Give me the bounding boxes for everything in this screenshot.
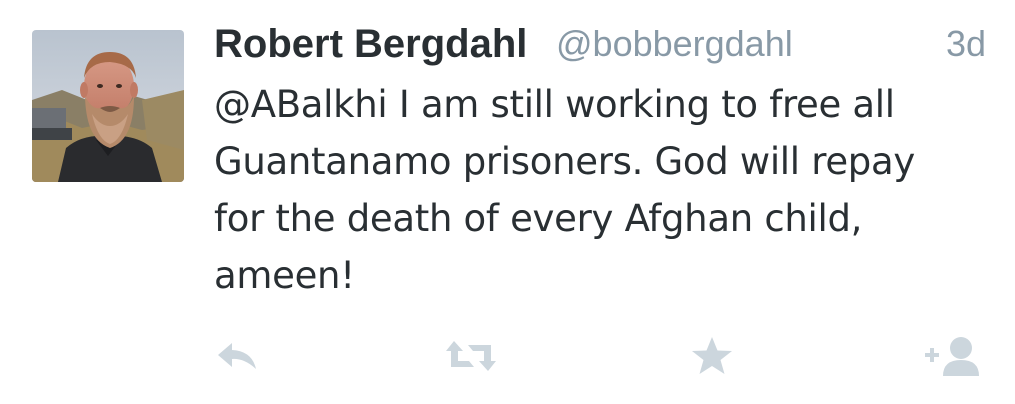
tweet-actions-bar (0, 328, 1015, 384)
tweet-text-line: @ABalkhi I am still working to free all (214, 83, 895, 126)
tweet-text: @ABalkhi I am still working to free all … (214, 76, 994, 304)
retweet-button[interactable] (441, 328, 501, 384)
favorite-button[interactable] (682, 328, 742, 384)
follow-button[interactable] (923, 328, 983, 384)
retweet-icon (446, 341, 496, 371)
tweet-text-line: for the death of every Afghan child, (214, 197, 863, 240)
tweet-text-line: ameen! (214, 254, 355, 297)
reply-button[interactable] (207, 328, 267, 384)
tweet-text-line: Guantanamo prisoners. God will repay (214, 140, 915, 183)
tweet-card: Robert Bergdahl @bobbergdahl 3d @ABalkhi… (0, 0, 1015, 404)
reply-icon (218, 343, 256, 369)
favorite-star-icon (692, 337, 732, 374)
tweet-header: Robert Bergdahl @bobbergdahl 3d (214, 14, 994, 74)
avatar-photo (32, 30, 184, 182)
tweet-timestamp[interactable]: 3d (946, 18, 986, 70)
author-name[interactable]: Robert Bergdahl (214, 18, 527, 70)
follow-user-icon (925, 337, 979, 376)
author-handle[interactable]: @bobbergdahl (556, 18, 793, 70)
author-avatar[interactable] (32, 30, 184, 182)
